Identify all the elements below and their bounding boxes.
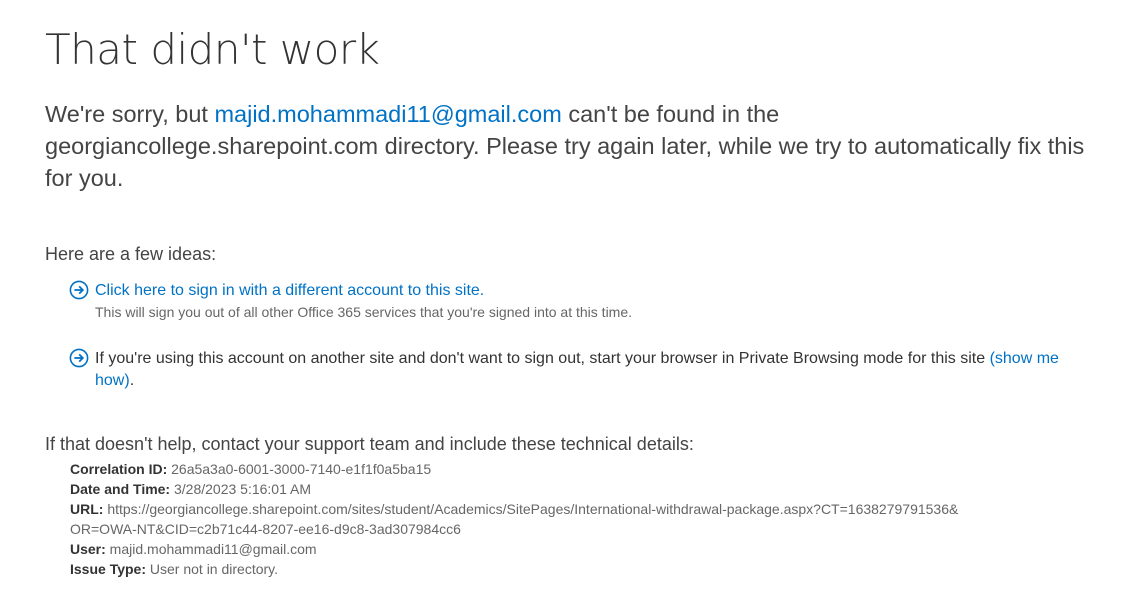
sign-in-different-account-link[interactable]: Click here to sign in with a different a…: [95, 282, 484, 299]
show-me-how-link[interactable]: (show me: [990, 350, 1059, 367]
show-me-how-link-continued[interactable]: how): [95, 372, 130, 389]
arrow-circle-right-icon: [69, 348, 89, 368]
correlation-id-value: 26a5a3a0-6001-3000-7140-e1f1f0a5ba15: [167, 461, 432, 477]
message-text-line2: georgiancollege.sharepoint.com directory…: [45, 133, 1085, 159]
issue-type-value: User not in directory.: [146, 561, 279, 577]
error-message: We're sorry, but majid.mohammadi11@gmail…: [45, 98, 1085, 194]
technical-details: Correlation ID: 26a5a3a0-6001-3000-7140-…: [70, 459, 1105, 579]
issue-type-row: Issue Type: User not in directory.: [70, 559, 1105, 579]
date-time-row: Date and Time: 3/28/2023 5:16:01 AM: [70, 479, 1105, 499]
correlation-id-label: Correlation ID:: [70, 461, 168, 477]
url-label: URL:: [70, 501, 104, 517]
sign-out-warning: This will sign you out of all other Offi…: [95, 304, 633, 320]
arrow-circle-right-icon[interactable]: [69, 280, 89, 300]
page-title: That didn't work: [45, 25, 380, 74]
idea-private-browsing: If you're using this account on another …: [69, 348, 1105, 392]
ideas-heading: Here are a few ideas:: [45, 244, 217, 264]
sentence-end: .: [129, 372, 135, 389]
help-heading: If that doesn't help, contact your suppo…: [45, 434, 694, 454]
error-page: That didn't work We're sorry, but majid.…: [45, 22, 1105, 579]
url-value: https://georgiancollege.sharepoint.com/s…: [103, 501, 959, 517]
issue-type-label: Issue Type:: [70, 561, 146, 577]
message-text-before: We're sorry, but: [45, 101, 215, 127]
url-value-continued: OR=OWA-NT&CID=c2b71c44-8207-ee16-d9c8-3a…: [70, 521, 461, 537]
url-row: URL: https://georgiancollege.sharepoint.…: [70, 499, 1105, 539]
private-browsing-text: If you're using this account on another …: [95, 348, 1095, 392]
message-text-line3: for you.: [45, 165, 124, 191]
correlation-id-row: Correlation ID: 26a5a3a0-6001-3000-7140-…: [70, 459, 1105, 479]
date-time-label: Date and Time:: [70, 481, 171, 497]
message-text-after: can't be found in the: [561, 101, 780, 127]
private-browsing-sentence: If you're using this account on another …: [95, 350, 990, 367]
date-time-value: 3/28/2023 5:16:01 AM: [170, 481, 311, 497]
idea-sign-in-different-account: Click here to sign in with a different a…: [69, 280, 1105, 322]
user-value: majid.mohammadi11@gmail.com: [105, 541, 317, 557]
user-label: User:: [70, 541, 106, 557]
user-email: majid.mohammadi11@gmail.com: [214, 101, 562, 127]
user-row: User: majid.mohammadi11@gmail.com: [70, 539, 1105, 559]
